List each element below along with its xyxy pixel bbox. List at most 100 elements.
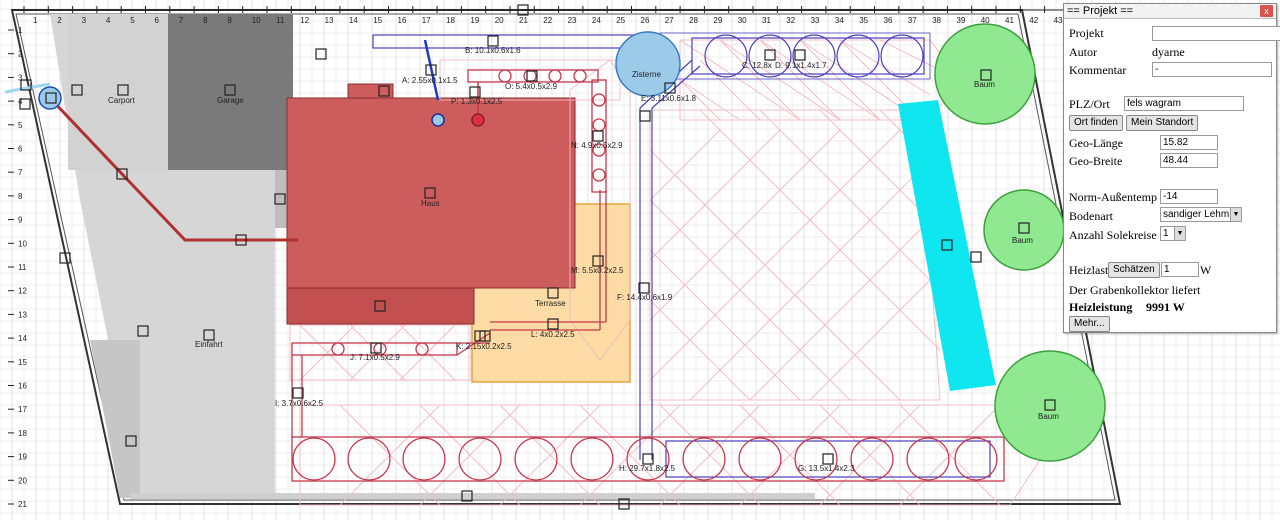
projekt-input[interactable] bbox=[1152, 26, 1280, 41]
connection-point[interactable] bbox=[38, 86, 62, 110]
plz-input[interactable] bbox=[1124, 96, 1244, 111]
heizlast-unit: W bbox=[1200, 263, 1212, 277]
heat-pump-outlet[interactable] bbox=[471, 113, 485, 127]
ruler-left-label: 5 bbox=[18, 121, 23, 130]
ruler-left-label: 16 bbox=[18, 382, 27, 391]
ort-finden-button[interactable]: Ort finden bbox=[1069, 115, 1123, 131]
label-pipe-o: O: 5.4x0.5x2.9 bbox=[505, 82, 558, 91]
ruler-left-label: 7 bbox=[18, 168, 23, 177]
ruler-left-label: 8 bbox=[18, 192, 23, 201]
label-haus: Haus bbox=[421, 199, 440, 208]
ruler-left-label: 1 bbox=[18, 26, 23, 35]
chevron-down-icon: ▼ bbox=[1230, 208, 1241, 221]
bodenart-label: Bodenart bbox=[1069, 209, 1113, 223]
handle-marker[interactable] bbox=[794, 49, 806, 61]
ruler-top-label: 26 bbox=[641, 16, 650, 25]
chevron-down-icon: ▼ bbox=[1174, 227, 1185, 240]
norm-input[interactable] bbox=[1160, 189, 1218, 204]
label-pipe-i: I: 3.7x0.6x2.5 bbox=[275, 399, 324, 408]
label-baum-1: Baum bbox=[974, 80, 995, 89]
bodenart-value: sandiger Lehm bbox=[1163, 209, 1230, 220]
ruler-top-label: 39 bbox=[956, 16, 965, 25]
ruler-top-label: 3 bbox=[82, 16, 87, 25]
ruler-top-label: 1 bbox=[33, 16, 38, 25]
ruler-top-label: 29 bbox=[713, 16, 722, 25]
ruler-top-label: 16 bbox=[398, 16, 407, 25]
haus-annex-bottom[interactable] bbox=[286, 287, 475, 325]
project-panel[interactable]: == Projekt == x Projekt Autor dyarne Kom… bbox=[1063, 3, 1280, 333]
ruler-top-label: 2 bbox=[57, 16, 62, 25]
label-carport: Carport bbox=[108, 96, 135, 105]
label-pipe-k: K: 2.15x0.2x2.5 bbox=[456, 342, 512, 351]
baum-3[interactable] bbox=[994, 350, 1106, 462]
ruler-left-label: 18 bbox=[18, 429, 27, 438]
label-pipe-h: H: 29.7x1.8x2.5 bbox=[619, 464, 676, 473]
ruler-left-label: 15 bbox=[18, 358, 27, 367]
label-terrasse: Terrasse bbox=[535, 299, 566, 308]
ruler-top-label: 41 bbox=[1005, 16, 1014, 25]
baum-2[interactable] bbox=[983, 189, 1065, 271]
handle-marker[interactable] bbox=[487, 35, 499, 47]
projekt-label: Projekt bbox=[1069, 26, 1104, 40]
autor-label: Autor bbox=[1069, 45, 1097, 59]
ruler-top-label: 5 bbox=[130, 16, 135, 25]
ruler-left-label: 19 bbox=[18, 453, 27, 462]
driveway-area-dark[interactable] bbox=[90, 340, 140, 498]
ruler-left-label: 3 bbox=[18, 73, 23, 82]
solekreise-select[interactable]: 1 ▼ bbox=[1160, 226, 1186, 241]
ruler-top-label: 24 bbox=[592, 16, 601, 25]
label-pipe-p: P: 1.3x0.1x2.5 bbox=[451, 97, 503, 106]
mehr-button[interactable]: Mehr... bbox=[1069, 316, 1110, 332]
handle-marker[interactable] bbox=[639, 110, 651, 122]
heizleistung-value: 9991 W bbox=[1146, 300, 1185, 314]
haus-area[interactable] bbox=[286, 97, 576, 289]
ruler-top-label: 8 bbox=[203, 16, 208, 25]
handle-marker[interactable] bbox=[764, 49, 776, 61]
ruler-top-label: 20 bbox=[495, 16, 504, 25]
ruler-top-label: 10 bbox=[252, 16, 261, 25]
ruler-left-label: 17 bbox=[18, 405, 27, 414]
label-zisterne: Zisterne bbox=[632, 70, 661, 79]
geo-laenge-label: Geo-Länge bbox=[1069, 136, 1123, 150]
geo-breite-input[interactable] bbox=[1160, 153, 1218, 168]
kommentar-input[interactable] bbox=[1152, 62, 1272, 77]
autor-value: dyarne bbox=[1152, 45, 1185, 59]
close-icon[interactable]: x bbox=[1260, 5, 1273, 17]
pool-area[interactable] bbox=[898, 100, 996, 391]
geo-laenge-input[interactable] bbox=[1160, 135, 1218, 150]
label-pipe-n: N: 4.9x0.5x2.9 bbox=[571, 141, 623, 150]
label-pipe-c: C: 12.8x bbox=[742, 61, 772, 70]
label-garage: Garage bbox=[217, 96, 244, 105]
ruler-left-label: 6 bbox=[18, 145, 23, 154]
panel-titlebar[interactable]: == Projekt == x bbox=[1064, 4, 1276, 19]
ruler-top-label: 23 bbox=[568, 16, 577, 25]
label-baum-2: Baum bbox=[1012, 236, 1033, 245]
ruler-left-label: 20 bbox=[18, 476, 27, 485]
schaetzen-button[interactable]: Schätzen bbox=[1108, 262, 1160, 278]
zisterne-tank[interactable] bbox=[615, 31, 681, 97]
ruler-top-label: 17 bbox=[422, 16, 431, 25]
handle-marker[interactable] bbox=[592, 130, 604, 142]
ruler-top-label: 38 bbox=[932, 16, 941, 25]
heizleistung-label: Heizleistung bbox=[1069, 300, 1133, 314]
solekreise-label: Anzahl Solekreise bbox=[1069, 228, 1157, 242]
heizlast-input[interactable] bbox=[1161, 262, 1199, 277]
ruler-top-label: 30 bbox=[738, 16, 747, 25]
ruler-left-label: 10 bbox=[18, 239, 27, 248]
ruler-top-label: 19 bbox=[470, 16, 479, 25]
ruler-top-label: 40 bbox=[981, 16, 990, 25]
ruler-top-label: 42 bbox=[1029, 16, 1038, 25]
heat-pump-inlet[interactable] bbox=[431, 113, 445, 127]
ruler-top-label: 37 bbox=[908, 16, 917, 25]
garage-area[interactable] bbox=[168, 14, 293, 170]
ruler-top-label: 34 bbox=[835, 16, 844, 25]
ruler-top-label: 18 bbox=[446, 16, 455, 25]
bodenart-select[interactable]: sandiger Lehm ▼ bbox=[1160, 207, 1242, 222]
label-pipe-d: D: 9.1x1.4x1.7 bbox=[775, 61, 827, 70]
mein-standort-button[interactable]: Mein Standort bbox=[1126, 115, 1199, 131]
baum-1[interactable] bbox=[934, 23, 1036, 125]
handle-marker[interactable] bbox=[315, 48, 327, 60]
ruler-top-label: 28 bbox=[689, 16, 698, 25]
handle-marker[interactable] bbox=[970, 251, 982, 263]
ruler-top-label: 35 bbox=[859, 16, 868, 25]
